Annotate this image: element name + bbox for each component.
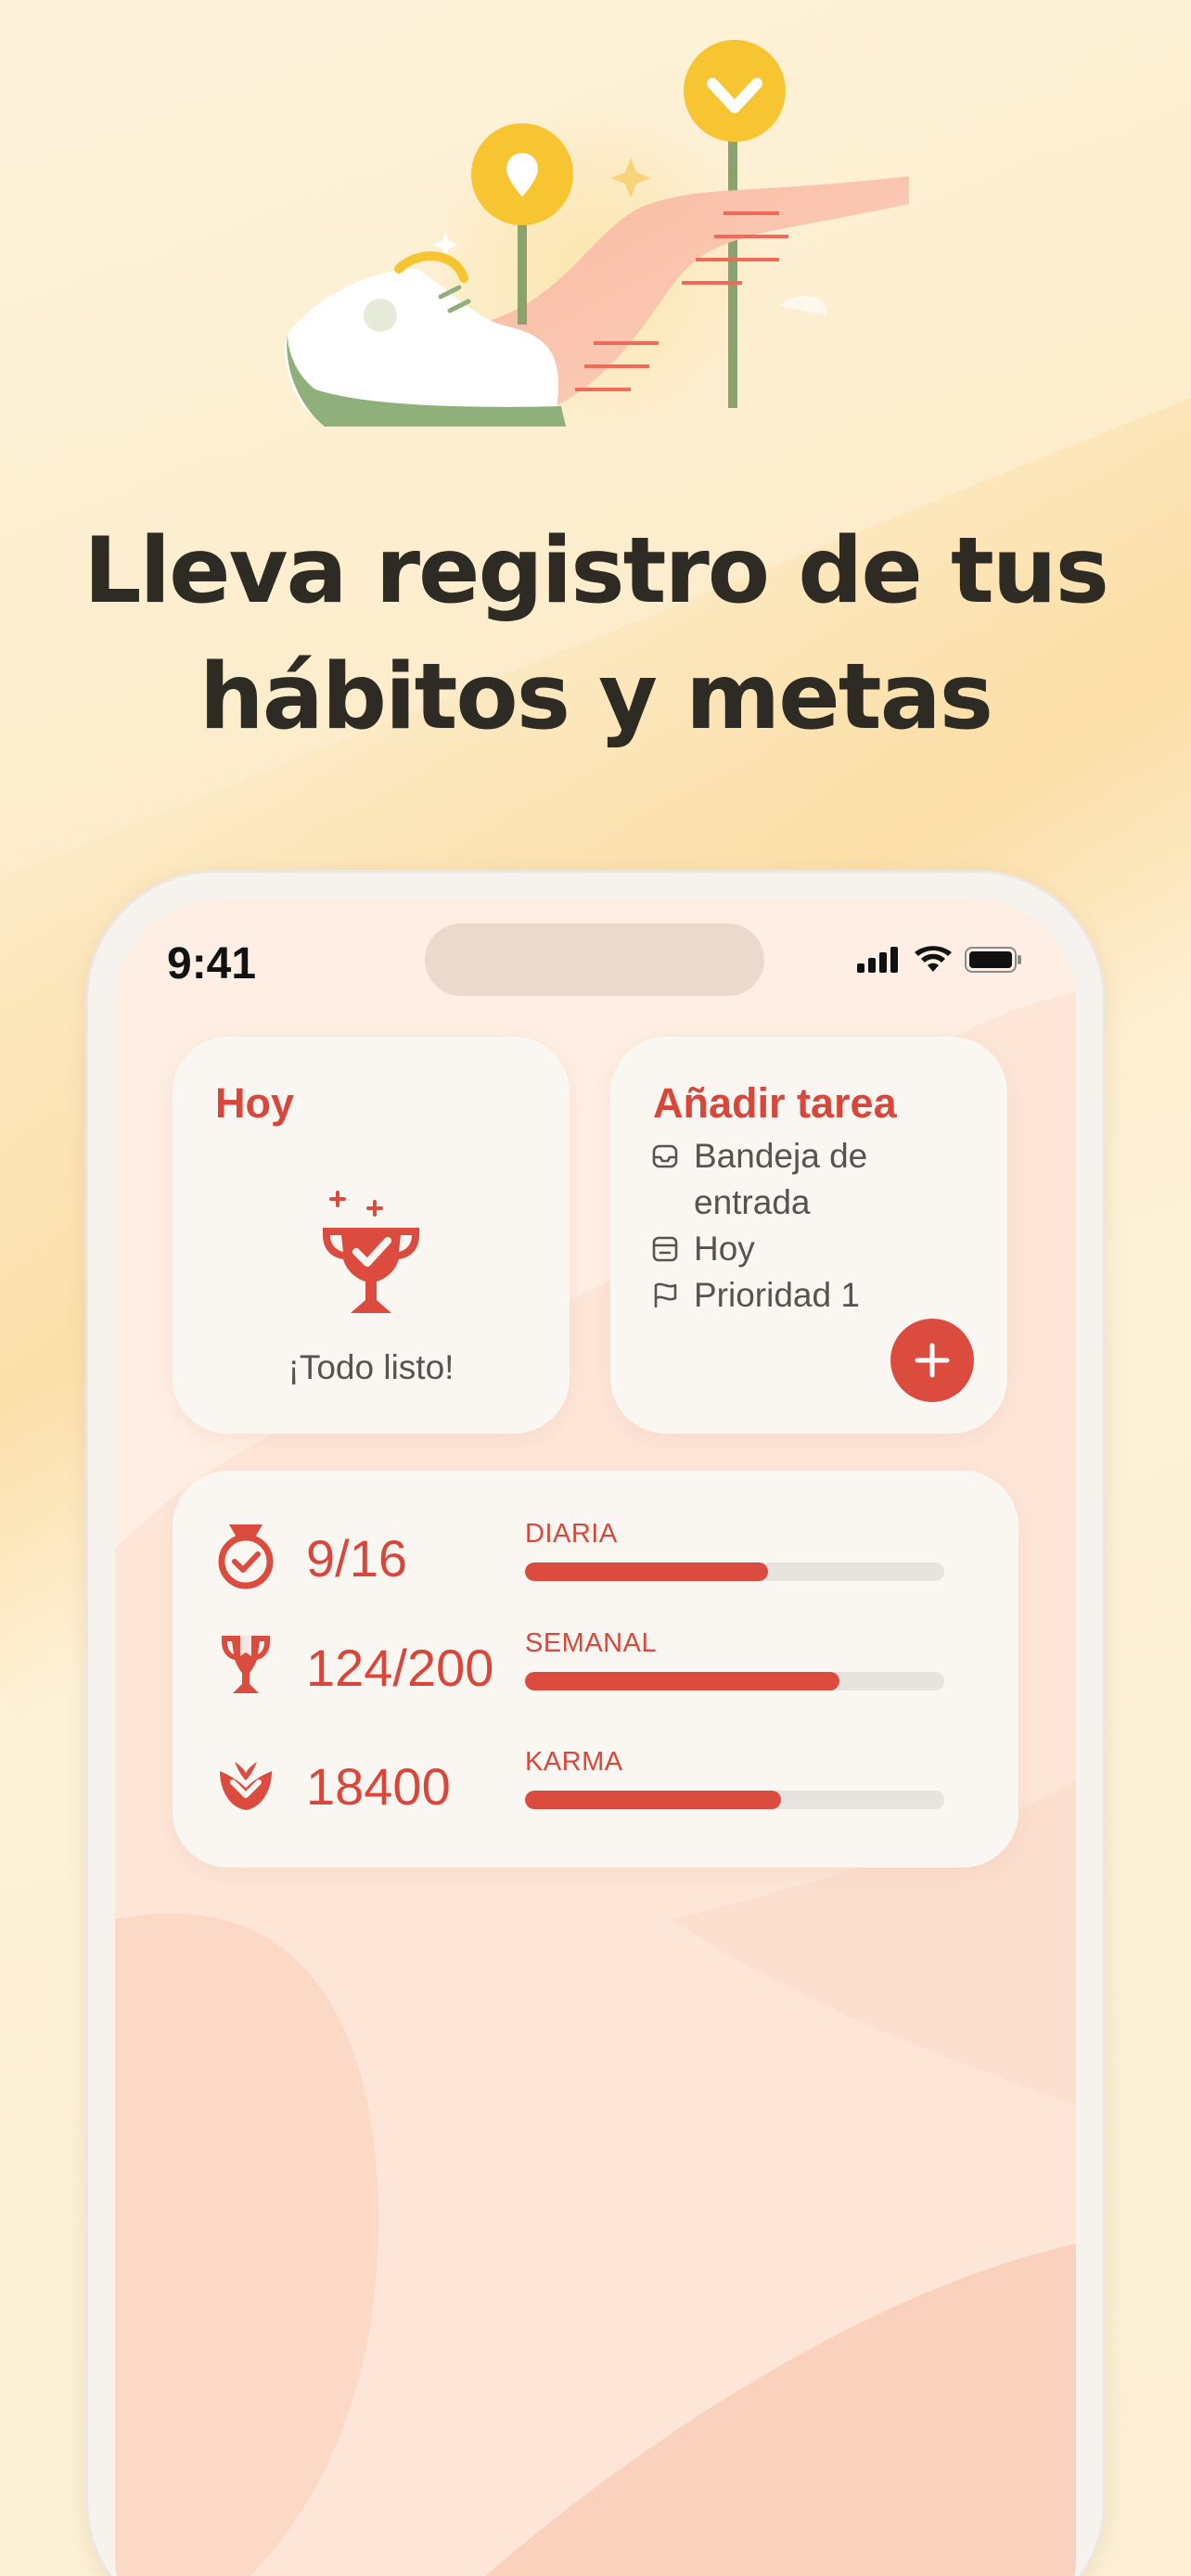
today-label: Hoy bbox=[694, 1230, 755, 1268]
today-widget[interactable]: Hoy ¡Todo listo! bbox=[173, 1037, 570, 1434]
today-widget-title: Hoy bbox=[215, 1079, 295, 1127]
headline-line-1: Lleva registro de tus bbox=[83, 518, 1109, 624]
calendar-icon bbox=[649, 1226, 681, 1272]
status-bar: 9:41 bbox=[115, 899, 1076, 1001]
status-time: 9:41 bbox=[167, 939, 257, 988]
stat-row-karma: 18400 KARMA bbox=[213, 1747, 992, 1830]
priority-label: Prioridad 1 bbox=[694, 1276, 860, 1314]
add-task-button[interactable] bbox=[890, 1319, 974, 1402]
wifi-icon bbox=[915, 946, 952, 972]
phone-screen: 9:41 Hoy ¡Todo listo! Añadir tarea Bande… bbox=[115, 899, 1076, 2576]
weekly-progress-bar bbox=[525, 1672, 944, 1690]
headline: Lleva registro de tus hábitos y metas bbox=[0, 508, 1191, 760]
weekly-label: SEMANAL bbox=[525, 1628, 658, 1658]
weekly-progress-fill bbox=[525, 1672, 839, 1690]
add-task-list: Bandeja de entrada Hoy Prioridad 1 bbox=[649, 1133, 983, 1319]
today-status-message: ¡Todo listo! bbox=[288, 1348, 455, 1386]
weekly-value: 124/200 bbox=[306, 1639, 494, 1697]
daily-value: 9/16 bbox=[306, 1529, 407, 1588]
plus-icon bbox=[915, 1343, 950, 1378]
hero-illustration bbox=[285, 40, 909, 436]
daily-progress-bar bbox=[525, 1562, 944, 1581]
list-item-today[interactable]: Hoy bbox=[649, 1226, 983, 1272]
headline-line-2: hábitos y metas bbox=[198, 644, 993, 750]
add-task-widget[interactable]: Añadir tarea Bandeja de entrada Hoy Prio… bbox=[610, 1037, 1007, 1434]
karma-value: 18400 bbox=[306, 1757, 451, 1816]
trophy-icon bbox=[213, 1628, 278, 1702]
karma-icon bbox=[213, 1747, 278, 1821]
battery-icon bbox=[965, 947, 1021, 973]
trophy-check-icon bbox=[323, 1191, 419, 1313]
dynamic-island bbox=[425, 924, 764, 996]
stat-row-weekly: 124/200 SEMANAL bbox=[213, 1628, 992, 1712]
karma-label: KARMA bbox=[525, 1747, 623, 1777]
list-item-inbox[interactable]: Bandeja de entrada bbox=[649, 1133, 983, 1226]
daily-progress-fill bbox=[525, 1562, 769, 1581]
list-item-priority[interactable]: Prioridad 1 bbox=[649, 1272, 983, 1319]
karma-progress-bar bbox=[525, 1791, 944, 1809]
stat-row-daily: 9/16 DIARIA bbox=[213, 1519, 992, 1602]
inbox-icon bbox=[649, 1133, 681, 1180]
inbox-label: Bandeja de entrada bbox=[694, 1137, 868, 1221]
add-task-title: Añadir tarea bbox=[653, 1079, 897, 1127]
medal-check-icon bbox=[213, 1519, 278, 1593]
daily-label: DIARIA bbox=[525, 1519, 618, 1549]
productivity-widget[interactable]: 9/16 DIARIA 124/200 SEMANAL 18400 KARMA bbox=[173, 1471, 1018, 1868]
phone-frame: 9:41 Hoy ¡Todo listo! Añadir tarea Bande… bbox=[85, 870, 1106, 2576]
karma-progress-fill bbox=[525, 1791, 781, 1809]
flag-icon bbox=[649, 1272, 681, 1319]
signal-icon bbox=[857, 947, 898, 973]
status-icons bbox=[857, 946, 1022, 974]
